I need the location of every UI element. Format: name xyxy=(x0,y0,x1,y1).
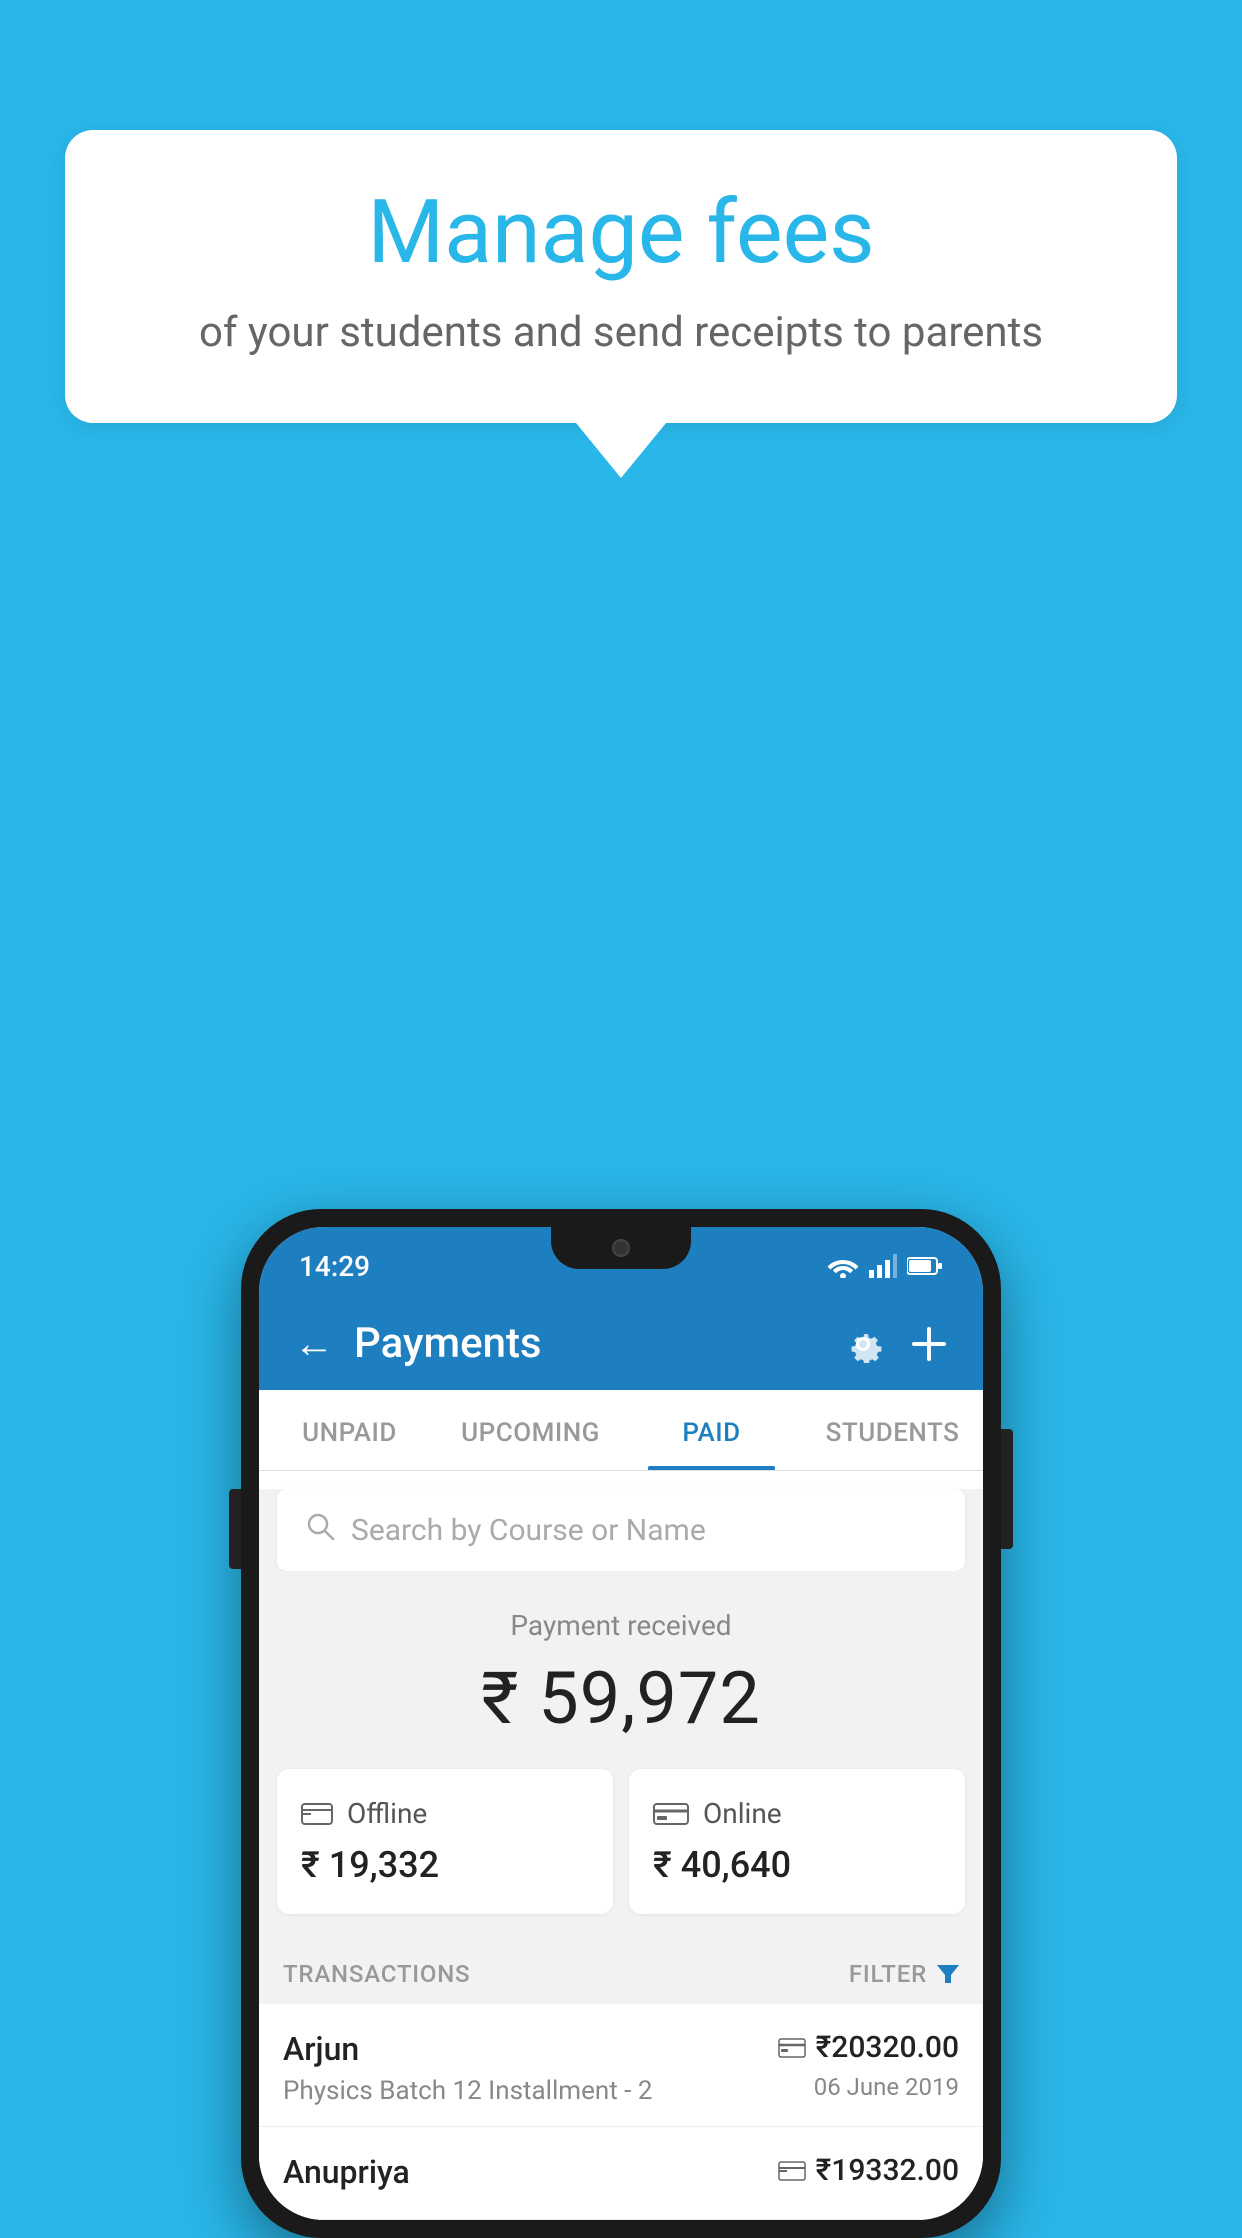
transaction-date: 06 June 2019 xyxy=(778,2073,959,2101)
tab-upcoming[interactable]: UPCOMING xyxy=(440,1390,621,1470)
signal-icon xyxy=(869,1254,897,1278)
transaction-left: Arjun Physics Batch 12 Installment - 2 xyxy=(283,2030,778,2106)
tab-unpaid[interactable]: UNPAID xyxy=(259,1390,440,1470)
transaction-amount: ₹20320.00 xyxy=(816,2030,959,2065)
transaction-name: Anupriya xyxy=(283,2153,778,2191)
transaction-detail: Physics Batch 12 Installment - 2 xyxy=(283,2076,778,2106)
table-row[interactable]: Arjun Physics Batch 12 Installment - 2 ₹… xyxy=(259,2004,983,2127)
phone-device: 14:29 xyxy=(241,1209,1001,2238)
table-row[interactable]: Anupriya ₹19332.00 xyxy=(259,2127,983,2220)
offline-card: Offline ₹ 19,332 xyxy=(277,1769,613,1914)
speech-bubble-wrapper: Manage fees of your students and send re… xyxy=(65,130,1177,478)
offline-amount: ₹ 19,332 xyxy=(301,1844,589,1886)
offline-payment-icon xyxy=(301,1800,333,1828)
payment-received-label: Payment received xyxy=(279,1609,963,1642)
online-payment-icon xyxy=(653,1800,689,1828)
app-header: ← Payments xyxy=(259,1297,983,1390)
amount-row: ₹19332.00 xyxy=(778,2153,959,2188)
tab-students[interactable]: STUDENTS xyxy=(802,1390,983,1470)
transactions-label: TRANSACTIONS xyxy=(283,1960,470,1988)
transaction-right: ₹20320.00 06 June 2019 xyxy=(778,2030,959,2101)
tab-paid[interactable]: PAID xyxy=(621,1390,802,1470)
status-time: 14:29 xyxy=(299,1250,370,1283)
transactions-header: TRANSACTIONS FILTER xyxy=(259,1938,983,2004)
offline-card-header: Offline xyxy=(301,1797,589,1830)
transaction-right: ₹19332.00 xyxy=(778,2153,959,2196)
search-icon xyxy=(305,1511,335,1549)
search-input[interactable]: Search by Course or Name xyxy=(351,1513,937,1548)
phone-notch xyxy=(551,1227,691,1269)
wifi-icon xyxy=(827,1254,859,1278)
filter-label: FILTER xyxy=(849,1960,927,1988)
transaction-left: Anupriya xyxy=(283,2153,778,2199)
amount-row: ₹20320.00 xyxy=(778,2030,959,2065)
online-amount: ₹ 40,640 xyxy=(653,1844,941,1886)
camera xyxy=(612,1239,630,1257)
filter-icon xyxy=(937,1963,959,1985)
settings-icon[interactable] xyxy=(844,1325,882,1363)
online-label: Online xyxy=(703,1797,782,1830)
search-bar[interactable]: Search by Course or Name xyxy=(277,1489,965,1571)
payment-type-offline-icon xyxy=(778,2160,806,2182)
payment-total-amount: ₹ 59,972 xyxy=(279,1656,963,1741)
header-left: ← Payments xyxy=(294,1319,542,1368)
payment-type-online-icon xyxy=(778,2037,806,2059)
payment-cards-row: Offline ₹ 19,332 Online xyxy=(259,1769,983,1938)
filter-button[interactable]: FILTER xyxy=(849,1960,959,1988)
add-button[interactable] xyxy=(910,1325,948,1363)
tabs-bar: UNPAID UPCOMING PAID STUDENTS xyxy=(259,1390,983,1471)
transaction-name: Arjun xyxy=(283,2030,778,2068)
transaction-amount: ₹19332.00 xyxy=(816,2153,959,2188)
battery-icon xyxy=(907,1256,943,1276)
app-content: Search by Course or Name Payment receive… xyxy=(259,1489,983,2220)
page-title: Payments xyxy=(354,1319,542,1368)
payment-summary: Payment received ₹ 59,972 xyxy=(259,1571,983,1769)
offline-label: Offline xyxy=(347,1797,427,1830)
speech-bubble-subtitle: of your students and send receipts to pa… xyxy=(145,304,1097,363)
speech-bubble-title: Manage fees xyxy=(145,185,1097,282)
online-card: Online ₹ 40,640 xyxy=(629,1769,965,1914)
online-card-header: Online xyxy=(653,1797,941,1830)
phone-outer: 14:29 xyxy=(241,1209,1001,2238)
speech-bubble-arrow xyxy=(576,423,666,478)
status-icons xyxy=(827,1254,943,1278)
back-button[interactable]: ← xyxy=(294,1324,334,1364)
header-right xyxy=(844,1325,948,1363)
phone-screen: 14:29 xyxy=(259,1227,983,2220)
speech-bubble: Manage fees of your students and send re… xyxy=(65,130,1177,423)
